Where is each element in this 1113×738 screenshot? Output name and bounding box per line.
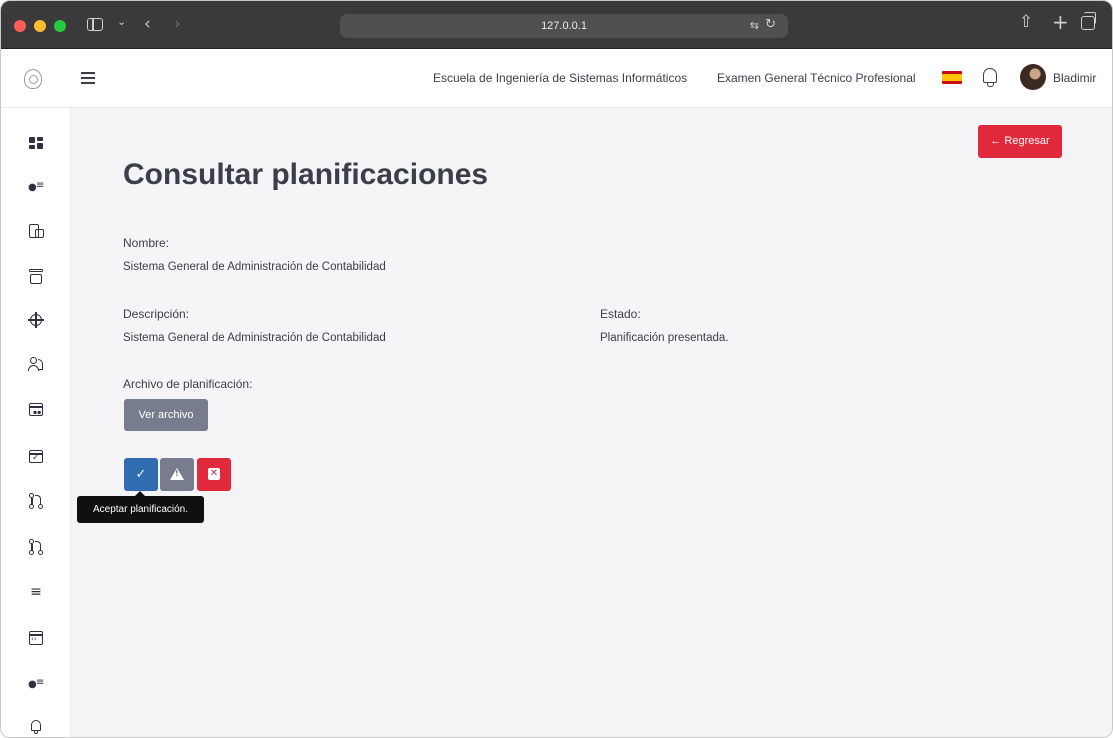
description-value: Sistema General de Administración de Con…	[123, 332, 386, 344]
list-icon[interactable]: ≡	[28, 584, 44, 600]
sidebar: ● ≡ ▪▪ ✓ ≡ ‹› ● ≡	[1, 108, 71, 737]
check-icon: ✓	[135, 467, 147, 482]
app-header: Escuela de Ingeniería de Sistemas Inform…	[1, 49, 1112, 108]
name-label: Nombre:	[123, 236, 170, 250]
close-window-button[interactable]	[14, 20, 26, 32]
new-tab-icon[interactable]: +	[1052, 10, 1069, 34]
git-pull-request-icon[interactable]	[28, 493, 44, 509]
forward-arrow-icon[interactable]: ›	[174, 14, 181, 34]
close-icon: ✕	[208, 468, 220, 480]
calendar-check-icon[interactable]: ✓	[28, 448, 44, 464]
users-icon[interactable]	[28, 356, 44, 372]
back-button[interactable]: ← Regresar	[978, 125, 1062, 158]
page-title: Consultar planificaciones	[123, 158, 489, 191]
maximize-window-button[interactable]	[54, 20, 66, 32]
status-label: Estado:	[600, 307, 641, 321]
app-logo-icon[interactable]	[24, 69, 42, 89]
browser-window: ⌄ ‹ › 127.0.0.1 ⇆ ↻ ⇧ + Escuela de Ingen…	[0, 0, 1113, 738]
reload-icon[interactable]: ↻	[765, 17, 776, 32]
description-label: Descripción:	[123, 307, 190, 321]
minimize-window-button[interactable]	[34, 20, 46, 32]
dashboard-icon[interactable]	[28, 136, 44, 152]
status-value: Planificación presentada.	[600, 332, 729, 344]
school-link[interactable]: Escuela de Ingeniería de Sistemas Inform…	[433, 71, 687, 85]
back-arrow-icon[interactable]: ‹	[144, 14, 151, 34]
sidebar-toggle-icon[interactable]	[87, 18, 103, 31]
bell-icon[interactable]	[983, 68, 997, 87]
menu-icon[interactable]	[81, 72, 95, 84]
calendar-icon[interactable]: ▪▪	[28, 401, 44, 417]
code-window-icon[interactable]: ‹›	[28, 630, 44, 646]
chevron-down-icon[interactable]: ⌄	[117, 15, 126, 28]
git-pull-request-icon[interactable]	[28, 539, 44, 555]
exam-link[interactable]: Examen General Técnico Profesional	[717, 71, 916, 85]
main-content	[71, 108, 1112, 737]
user-list-icon[interactable]: ● ≡	[28, 675, 44, 691]
share-icon[interactable]: ⇧	[1019, 12, 1033, 32]
translate-icon[interactable]: ⇆	[750, 19, 759, 32]
name-value: Sistema General de Administración de Con…	[123, 261, 386, 273]
user-name[interactable]: Bladimir	[1053, 71, 1096, 85]
archive-icon[interactable]	[28, 268, 44, 284]
accept-planning-button[interactable]: ✓	[124, 458, 158, 491]
address-text: 127.0.0.1	[541, 20, 587, 32]
avatar[interactable]	[1020, 64, 1046, 90]
user-list-icon[interactable]: ● ≡	[28, 178, 44, 194]
accept-tooltip: Aceptar planificación.	[77, 491, 204, 523]
file-label: Archivo de planificación:	[123, 377, 253, 391]
reject-planning-button[interactable]: ✕	[197, 458, 231, 491]
browser-toolbar: ⌄ ‹ › 127.0.0.1 ⇆ ↻ ⇧ +	[1, 1, 1112, 49]
spain-flag-icon[interactable]	[942, 71, 962, 84]
crosshair-icon[interactable]	[28, 312, 44, 328]
bell-icon[interactable]	[28, 719, 44, 735]
warning-icon	[170, 468, 184, 480]
address-bar[interactable]: 127.0.0.1 ⇆ ↻	[340, 14, 788, 38]
view-file-button[interactable]: Ver archivo	[124, 399, 208, 431]
observe-planning-button[interactable]	[160, 458, 194, 491]
tab-overview-icon[interactable]	[1081, 12, 1096, 30]
building-icon[interactable]	[28, 223, 44, 239]
